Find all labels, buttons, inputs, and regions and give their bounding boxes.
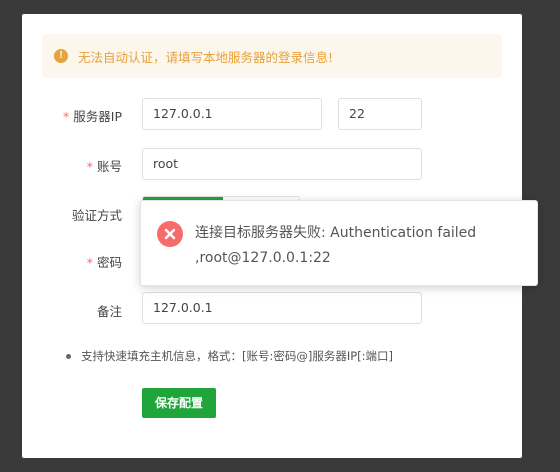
warning-circle-icon: ! — [54, 49, 68, 63]
bullet-dot — [66, 353, 71, 359]
alert-text: 无法自动认证，请填写本地服务器的登录信息! — [78, 49, 334, 65]
server-ip-label: * 服务器IP — [63, 109, 122, 124]
toast-message: 连接目标服务器失败: Authentication failed ,root@1… — [195, 221, 525, 271]
auth-warning-alert: ! 无法自动认证，请填写本地服务器的登录信息! — [42, 34, 502, 78]
port-input[interactable]: 22 — [338, 98, 422, 130]
save-config-button[interactable]: 保存配置 — [142, 388, 216, 418]
format-tip: 支持快速填充主机信息，格式：[账号:密码@]服务器IP[:端口] — [66, 348, 393, 364]
remark-label: 备注 — [96, 304, 122, 319]
remark-input[interactable]: 127.0.0.1 — [142, 292, 422, 324]
auth-method-label: 验证方式 — [71, 208, 122, 223]
account-label: * 账号 — [86, 159, 122, 174]
toast-line-2: ,root@127.0.0.1:22 — [195, 250, 331, 266]
tip-text: 支持快速填充主机信息，格式：[账号:密码@]服务器IP[:端口] — [81, 349, 394, 363]
password-label: * 密码 — [86, 255, 122, 270]
server-ip-input[interactable]: 127.0.0.1 — [142, 98, 322, 130]
toast-line-1: 连接目标服务器失败: Authentication failed — [195, 225, 477, 241]
account-input[interactable]: root — [142, 148, 422, 180]
error-toast: 连接目标服务器失败: Authentication failed ,root@1… — [140, 200, 538, 286]
error-circle-icon — [157, 221, 183, 247]
